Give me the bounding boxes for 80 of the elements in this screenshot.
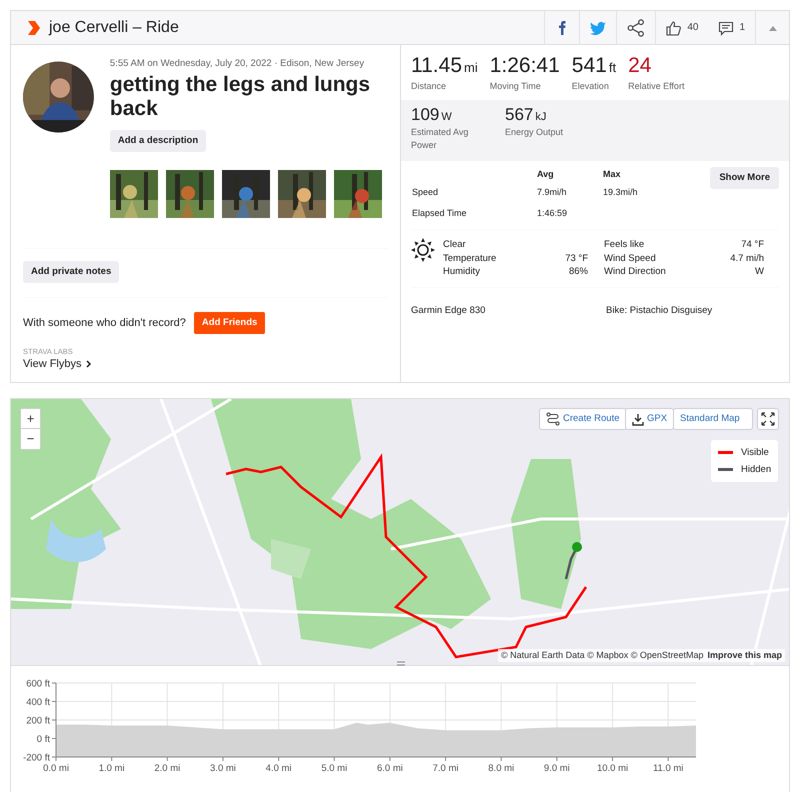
logo-icon bbox=[27, 20, 41, 36]
legend-label: Visible bbox=[741, 446, 769, 460]
stat-label: Elevation bbox=[572, 80, 610, 93]
column-header: Avg bbox=[536, 168, 555, 181]
row-label: Speed bbox=[411, 186, 440, 199]
column-header: Max bbox=[602, 168, 622, 180]
stat-label: Moving Time bbox=[490, 80, 542, 93]
x-tick-label: 1.0 mi bbox=[98, 763, 125, 774]
weather-label: Clear bbox=[443, 238, 466, 252]
drag-handle-icon bbox=[397, 661, 405, 666]
y-tick-label: 400 ft bbox=[26, 697, 50, 708]
activity-name: getting the legs and lungs back bbox=[110, 73, 372, 122]
zoom-in-button[interactable]: + bbox=[21, 409, 40, 430]
table-cell-text: 19.3mi/h bbox=[602, 186, 639, 199]
comment-icon bbox=[718, 20, 734, 36]
activity-date-location: 5:55 AM on Wednesday, July 20, 2022 · Edison, New Jersey bbox=[110, 57, 366, 71]
stat-value: 1:26:41 bbox=[490, 55, 560, 76]
weather-label: Wind Speed bbox=[604, 252, 656, 265]
thumbs-up-icon bbox=[666, 20, 682, 36]
legend-label: Hidden bbox=[741, 462, 772, 477]
create-route-button[interactable]: Create Route bbox=[539, 408, 627, 430]
stat-label: Energy Output bbox=[505, 126, 564, 139]
x-tick-label: 6.0 mi bbox=[376, 763, 403, 774]
fullscreen-button[interactable] bbox=[757, 408, 779, 430]
map-style-dropdown[interactable]: Standard Map bbox=[673, 408, 753, 430]
table-cell-text: 1:46:59 bbox=[536, 206, 568, 220]
weather-value: 74 °F bbox=[741, 238, 764, 252]
bike-name: Bike: Pistachio Disguisey bbox=[606, 304, 712, 318]
caret-up-icon bbox=[768, 24, 778, 32]
stat-value: 541 ft bbox=[572, 55, 616, 76]
comments-button[interactable]: 1 bbox=[708, 10, 755, 44]
add-description-button[interactable]: Add a description bbox=[110, 130, 206, 152]
activity-title: joe Cervelli – Ride bbox=[49, 18, 180, 38]
weather-label: Wind Direction bbox=[604, 265, 666, 278]
stat-value: 24 bbox=[628, 55, 652, 76]
x-tick-label: 4.0 mi bbox=[266, 763, 292, 774]
map-attribution: © Natural Earth Data © Mapbox © OpenStreetMap bbox=[500, 648, 704, 662]
download-icon bbox=[632, 412, 644, 426]
stat-label: Estimated Avg Power bbox=[411, 126, 470, 152]
row-label: Elapsed Time bbox=[411, 206, 468, 220]
show-more-button[interactable]: Show More bbox=[710, 166, 779, 189]
x-tick-label: 8.0 mi bbox=[488, 763, 514, 774]
x-tick-label: 5.0 mi bbox=[321, 763, 348, 774]
route-icon bbox=[546, 412, 560, 426]
weather-value: W bbox=[755, 265, 764, 278]
y-tick-label: 0 ft bbox=[36, 734, 50, 746]
weather-value: 4.7 mi/h bbox=[730, 252, 764, 265]
stat-value: 109 W bbox=[411, 106, 453, 122]
friends-prompt: With someone who didn't record? bbox=[23, 316, 186, 331]
stat-value: 11.45 mi bbox=[411, 55, 478, 76]
table-cell-text: 7.9mi/h bbox=[536, 186, 568, 199]
x-tick-label: 11.0 mi bbox=[652, 763, 684, 774]
x-tick-label: 0.0 mi bbox=[43, 763, 69, 774]
y-tick-label: -200 ft bbox=[23, 752, 50, 764]
sun-icon bbox=[411, 238, 435, 262]
weather-label: Feels like bbox=[604, 238, 644, 252]
weather-value: 86% bbox=[568, 265, 588, 278]
x-tick-label: 3.0 mi bbox=[210, 763, 236, 774]
x-tick-label: 10.0 mi bbox=[596, 763, 628, 774]
y-tick-label: 600 ft bbox=[26, 678, 50, 690]
share-icon bbox=[627, 18, 646, 36]
fullscreen-icon bbox=[761, 412, 775, 426]
x-tick-label: 7.0 mi bbox=[432, 763, 458, 774]
y-tick-label: 200 ft bbox=[26, 716, 50, 727]
stat-value: 567 kJ bbox=[505, 106, 548, 122]
weather-label: Temperature bbox=[443, 252, 496, 265]
kudos-button[interactable]: 40 bbox=[655, 10, 708, 44]
stat-label: Relative Effort bbox=[628, 80, 684, 93]
device-name: Garmin Edge 830 bbox=[411, 304, 486, 318]
x-tick-label: 9.0 mi bbox=[544, 763, 570, 774]
x-tick-label: 2.0 mi bbox=[154, 763, 180, 774]
chevron-right-icon bbox=[86, 360, 92, 368]
twitter-icon bbox=[590, 20, 606, 36]
improve-map-link[interactable]: Improve this map bbox=[707, 648, 782, 662]
add-private-notes-button[interactable]: Add private notes bbox=[23, 260, 120, 284]
view-flybys-link[interactable]: View Flybys bbox=[23, 356, 92, 372]
stat-label: Distance bbox=[411, 80, 448, 93]
weather-label: Humidity bbox=[443, 265, 480, 278]
weather-value: 73 °F bbox=[565, 252, 588, 265]
gpx-button[interactable]: GPX bbox=[625, 408, 674, 430]
